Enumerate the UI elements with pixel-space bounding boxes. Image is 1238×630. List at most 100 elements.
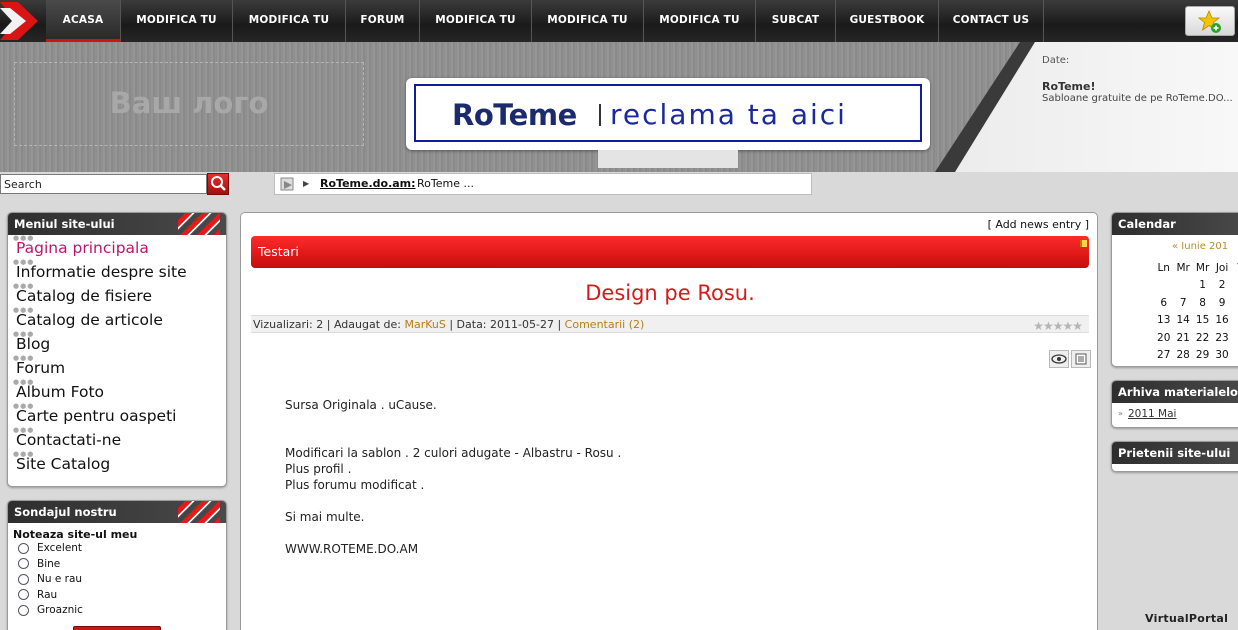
menu-item-site-catalog[interactable]: ●●● Site Catalog [8,451,226,475]
archive-title: Arhiva materialelor [1112,381,1238,403]
entry-body: Sursa Originala . uCause. Modificari la … [285,397,621,557]
menu-item-carte-pentru-oaspeti[interactable]: ●●● Carte pentru oaspeti [8,403,226,427]
calendar-week: 27 28 29 30 [1157,349,1229,362]
poll-option-groaznic[interactable]: Groaznic [8,603,226,619]
nav-item-modifica-tu-3[interactable]: MODIFICA TU [420,0,532,42]
calendar-week: 202122232 [1157,331,1238,344]
virtualportal-watermark: VirtualPortal [1145,612,1229,625]
nav-item-guestbook[interactable]: GUESTBOOK [836,0,939,42]
header-tab [598,150,738,168]
entry-category-header: Testari [251,236,1089,268]
body-line: Plus forumu modificat . [285,478,425,492]
radio-button[interactable] [18,558,29,569]
chevron-right-icon: » [1118,409,1123,418]
main-content: [ Add news entry ] Testari Design pe Ros… [240,212,1098,630]
poll-title-text: Sondajul nostru [14,505,117,519]
calendar-grid: LnMrMrJoiV 123 67891 131415161 202122232… [1154,259,1238,364]
logo-placeholder[interactable]: Ваш лого [14,62,364,146]
date-label: | Data: [449,318,487,331]
menu-item-blog[interactable]: ●●● Blog [8,331,226,355]
calendar-week: 67891 [1160,296,1238,309]
add-favorite-button[interactable] [1185,6,1235,36]
poll-option-excelent[interactable]: Excelent [8,541,226,557]
banner-slogan: reclama ta aici [610,98,847,131]
site-menu-block: Meniul site-ului ●●● Pagina principala ●●… [7,212,227,487]
menu-dots-icon: ●●● [13,378,35,386]
poll-title: Sondajul nostru [8,501,226,523]
radio-button[interactable] [18,542,29,554]
menu-dots-icon: ●●● [13,258,35,266]
search-input[interactable] [0,174,207,194]
body-line [285,493,621,509]
menu-dots-icon: ●●● [13,402,35,410]
nav-item-modifica-tu-4[interactable]: MODIFICA TU [532,0,644,42]
body-line: Plus profil . [285,462,352,476]
top-navigation: ACASA MODIFICA TU MODIFICA TU FORUM MODI… [0,0,1238,42]
search-button[interactable] [207,173,229,195]
nav-item-modifica-tu-2[interactable]: MODIFICA TU [233,0,346,42]
nav-item-acasa[interactable]: ACASA [46,0,121,42]
friends-title: Prietenii site-ului [1112,442,1238,464]
menu-item-catalog-de-articole[interactable]: ●●● Catalog de articole [8,307,226,331]
archive-link[interactable]: 2011 Mai [1112,403,1238,420]
nav-item-contact-us[interactable]: CONTACT US [939,0,1044,42]
calendar-week: 131415161 [1157,314,1238,327]
body-line [285,413,621,429]
calendar-block: Calendar « Iunie 201 LnMrMrJoiV 123 6789… [1111,212,1238,367]
menu-dots-icon: ●●● [13,450,35,458]
views-count: 2 [316,318,324,331]
eye-icon[interactable] [1049,350,1069,368]
menu-item-contactati-ne[interactable]: ●●● Contactati-ne [8,427,226,451]
body-line: WWW.ROTEME.DO.AM [285,542,419,556]
header-stripe-decoration [178,213,220,235]
friends-block: Prietenii site-ului [1111,441,1238,472]
date-label: Date: [1042,55,1070,66]
poll-option-bine[interactable]: Bine [8,557,226,573]
calendar-weekdays: LnMrMrJoiV [1157,261,1238,274]
poll-option-nu-e-rau[interactable]: Nu e rau [8,572,226,588]
menu-dots-icon: ●●● [13,426,35,434]
menu-dots-icon: ●●● [13,354,35,362]
breadcrumb-site-link[interactable]: RoTeme.do.am: [320,174,416,194]
nav-item-modifica-tu-5[interactable]: MODIFICA TU [644,0,756,42]
calendar-week: 123 [1199,279,1238,292]
radio-button[interactable] [18,573,29,585]
menu-item-informatie-despre-site[interactable]: ●●● Informatie despre site [8,259,226,283]
menu-item-catalog-de-fisiere[interactable]: ●●● Catalog de fisiere [8,283,226,307]
radio-button[interactable] [18,589,29,600]
radio-button[interactable] [18,604,29,616]
body-line: Modificari la sablon . 2 culori adugate … [285,446,622,460]
nav-item-forum[interactable]: FORUM [346,0,420,42]
corner-decoration [1080,240,1087,247]
rating-stars[interactable]: ★★★★★ [1033,318,1083,335]
poll-option-rau[interactable]: Rau [8,588,226,604]
body-line: Si mai multe. [285,510,365,524]
calendar-title: Calendar [1112,213,1238,235]
star-icon[interactable]: ★ [1072,318,1083,335]
author-link[interactable]: MarKuS [404,318,445,331]
calendar-month[interactable]: « Iunie 201 [1112,235,1238,252]
search-icon [211,176,226,191]
header-stripe-decoration [178,501,220,523]
home-page-icon [280,177,294,191]
entry-meta: Vizualizari: 2 | Adaugat de: MarKuS | Da… [251,315,1089,333]
comments-link[interactable]: Comentarii (2) [565,318,645,331]
banner-brand: RoTeme [452,98,577,132]
nav-item-modifica-tu-1[interactable]: MODIFICA TU [121,0,233,42]
print-icon[interactable] [1071,350,1091,368]
poll-block: Sondajul nostru Noteaza site-ul meu Exce… [7,500,227,630]
nav-item-subcat[interactable]: SUBCAT [756,0,836,42]
menu-item-pagina-principala[interactable]: ●●● Pagina principala [8,235,226,259]
site-title: RoTeme! [1042,80,1096,93]
add-news-entry-link[interactable]: [ Add news entry ] [988,218,1089,231]
entry-title[interactable]: Design pe Rosu. [241,281,1099,305]
poll-vote-button[interactable] [73,626,161,630]
menu-item-forum[interactable]: ●●● Forum [8,355,226,379]
archive-block: Arhiva materialelor » 2011 Mai [1111,380,1238,428]
site-menu-title: Meniul site-ului [8,213,226,235]
menu-item-album-foto[interactable]: ●●● Album Foto [8,379,226,403]
site-menu-title-text: Meniul site-ului [14,217,115,231]
star-add-icon [1198,10,1221,33]
ad-banner[interactable]: RoTeme reclama ta aici [406,78,930,150]
body-line: Sursa Originala . uCause. [285,398,437,412]
